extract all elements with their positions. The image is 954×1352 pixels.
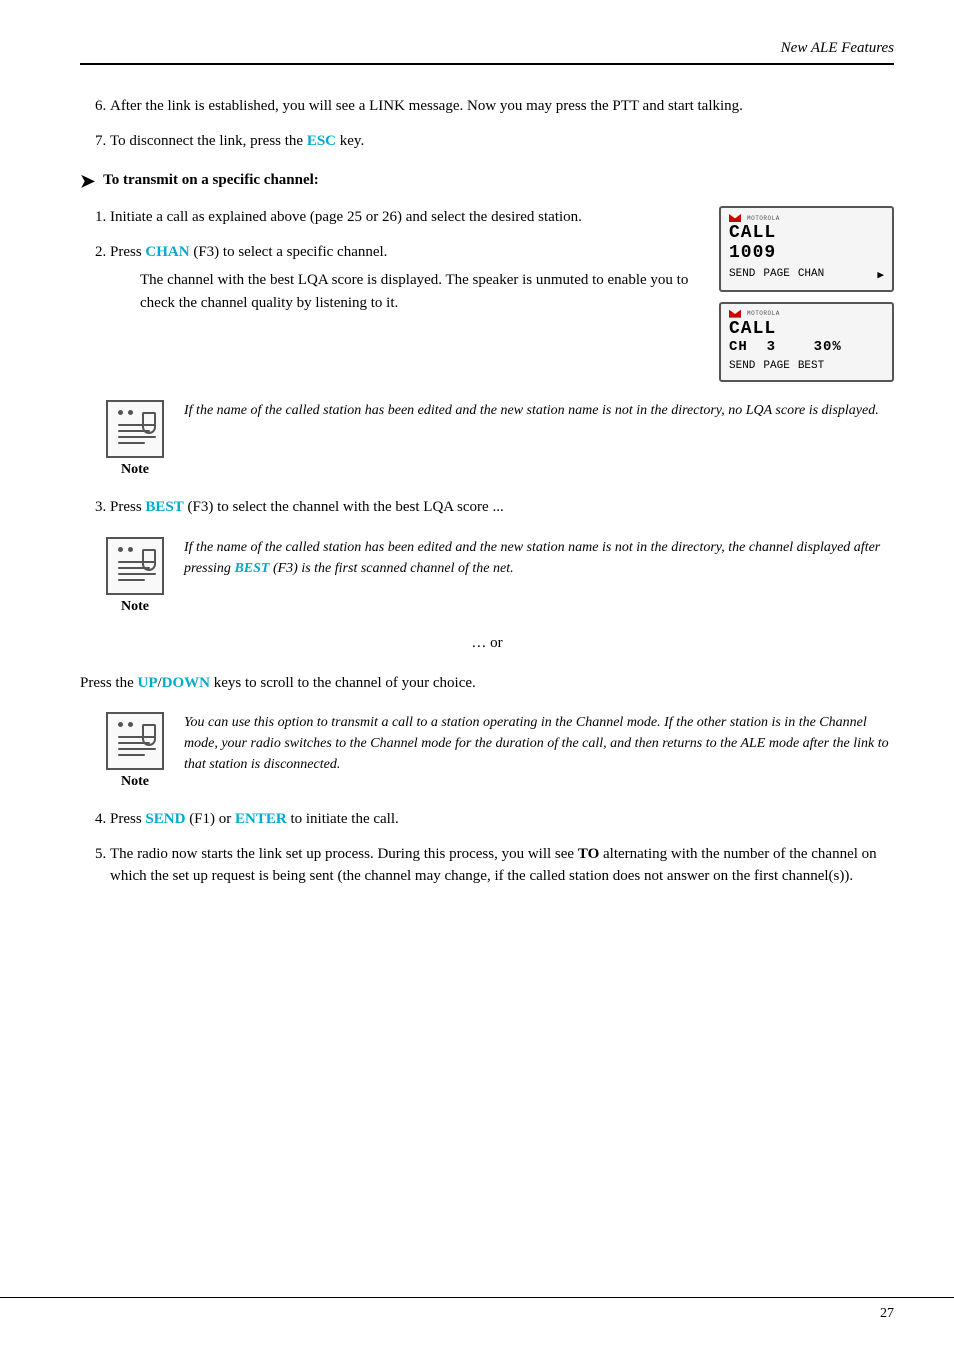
speaker-dot-2a — [118, 547, 123, 552]
step-2-continuation: The channel with the best LQA score is d… — [140, 269, 689, 314]
note-text-2: If the name of the called station has be… — [184, 537, 894, 579]
speaker-dot-3b — [128, 722, 133, 727]
or-divider: … or — [80, 635, 894, 652]
chan-keyword: CHAN — [145, 244, 189, 260]
header-title: New ALE Features — [781, 40, 894, 57]
note-box-3: Note You can use this option to transmit… — [100, 712, 894, 790]
note-label-1: Note — [121, 462, 149, 478]
motorola-m-icon — [729, 214, 741, 222]
speaker-body-icon — [142, 412, 156, 434]
step-2: Press CHAN (F3) to select a specific cha… — [110, 241, 689, 315]
note-icon-1: Note — [100, 400, 170, 478]
steps-4-5: Press SEND (F1) or ENTER to initiate the… — [80, 808, 894, 888]
note-box-2: Note If the name of the called station h… — [100, 537, 894, 615]
device2-line1: CALL — [729, 320, 884, 340]
note-icon-2: Note — [100, 537, 170, 615]
speaker-body-icon-2 — [142, 549, 156, 571]
page-number: 27 — [880, 1306, 894, 1322]
speaker-dot — [118, 410, 123, 415]
up-keyword: UP — [138, 675, 158, 691]
content-area: After the link is established, you will … — [80, 95, 894, 888]
note-graphic-2 — [106, 537, 164, 595]
device2-menu: SEND PAGE BEST — [729, 360, 884, 372]
radio-display-2: MOTOROLA CALL CH 3 30% SEND PAGE BEST — [719, 302, 894, 383]
motorola-logo-2: MOTOROLA — [729, 310, 884, 318]
device2-line2: CH 3 30% — [729, 339, 884, 356]
up-down-section: Press the UP/DOWN keys to scroll to the … — [80, 672, 894, 695]
enter-keyword: ENTER — [235, 811, 287, 827]
steps-with-devices: Initiate a call as explained above (page… — [80, 206, 894, 382]
step-3: Press BEST (F3) to select the channel wi… — [110, 496, 894, 519]
device-images: MOTOROLA CALL 1009 SEND PAGE CHAN ▶ — [709, 206, 894, 382]
intro-steps: After the link is established, you will … — [80, 95, 894, 152]
speaker-dot-3a — [118, 722, 123, 727]
note-icon-3: Note — [100, 712, 170, 790]
best-keyword: BEST — [145, 499, 183, 515]
radio-display-1: MOTOROLA CALL 1009 SEND PAGE CHAN ▶ — [719, 206, 894, 292]
to-keyword: TO — [578, 846, 599, 862]
note-box-1: Note If the name of the called station h… — [100, 400, 894, 478]
motorola-m-icon-2 — [729, 310, 741, 318]
speaker-body-icon-3 — [142, 724, 156, 746]
step-4: Press SEND (F1) or ENTER to initiate the… — [110, 808, 894, 831]
step-6: After the link is established, you will … — [110, 95, 894, 118]
note-label-2: Note — [121, 599, 149, 615]
arrow-icon: ➤ — [80, 172, 95, 190]
page-container: New ALE Features After the link is estab… — [0, 0, 954, 1352]
step-5: The radio now starts the link set up pro… — [110, 843, 894, 888]
device1-line2: 1009 — [729, 244, 884, 264]
motorola-logo-1: MOTOROLA — [729, 214, 884, 222]
note-text-1: If the name of the called station has be… — [184, 400, 894, 421]
note-label-3: Note — [121, 774, 149, 790]
step-1: Initiate a call as explained above (page… — [110, 206, 689, 229]
speaker-dot — [128, 410, 133, 415]
page-footer: 27 — [0, 1297, 954, 1322]
note-text-3: You can use this option to transmit a ca… — [184, 712, 894, 775]
note-graphic-1 — [106, 400, 164, 458]
section-heading: ➤ To transmit on a specific channel: — [80, 172, 894, 190]
step-7: To disconnect the link, press the ESC ke… — [110, 130, 894, 153]
device1-line1: CALL — [729, 224, 884, 244]
best-keyword-note: BEST — [234, 561, 269, 576]
speaker-dot-2b — [128, 547, 133, 552]
send-keyword: SEND — [145, 811, 185, 827]
esc-keyword: ESC — [307, 133, 336, 149]
step-3-section: Press BEST (F3) to select the channel wi… — [80, 496, 894, 519]
page-header: New ALE Features — [80, 40, 894, 65]
arrow-right-icon: ▶ — [877, 268, 884, 282]
note-graphic-3 — [106, 712, 164, 770]
steps-text-left: Initiate a call as explained above (page… — [80, 206, 689, 382]
device1-menu: SEND PAGE CHAN ▶ — [729, 268, 884, 282]
down-keyword: DOWN — [162, 675, 210, 691]
